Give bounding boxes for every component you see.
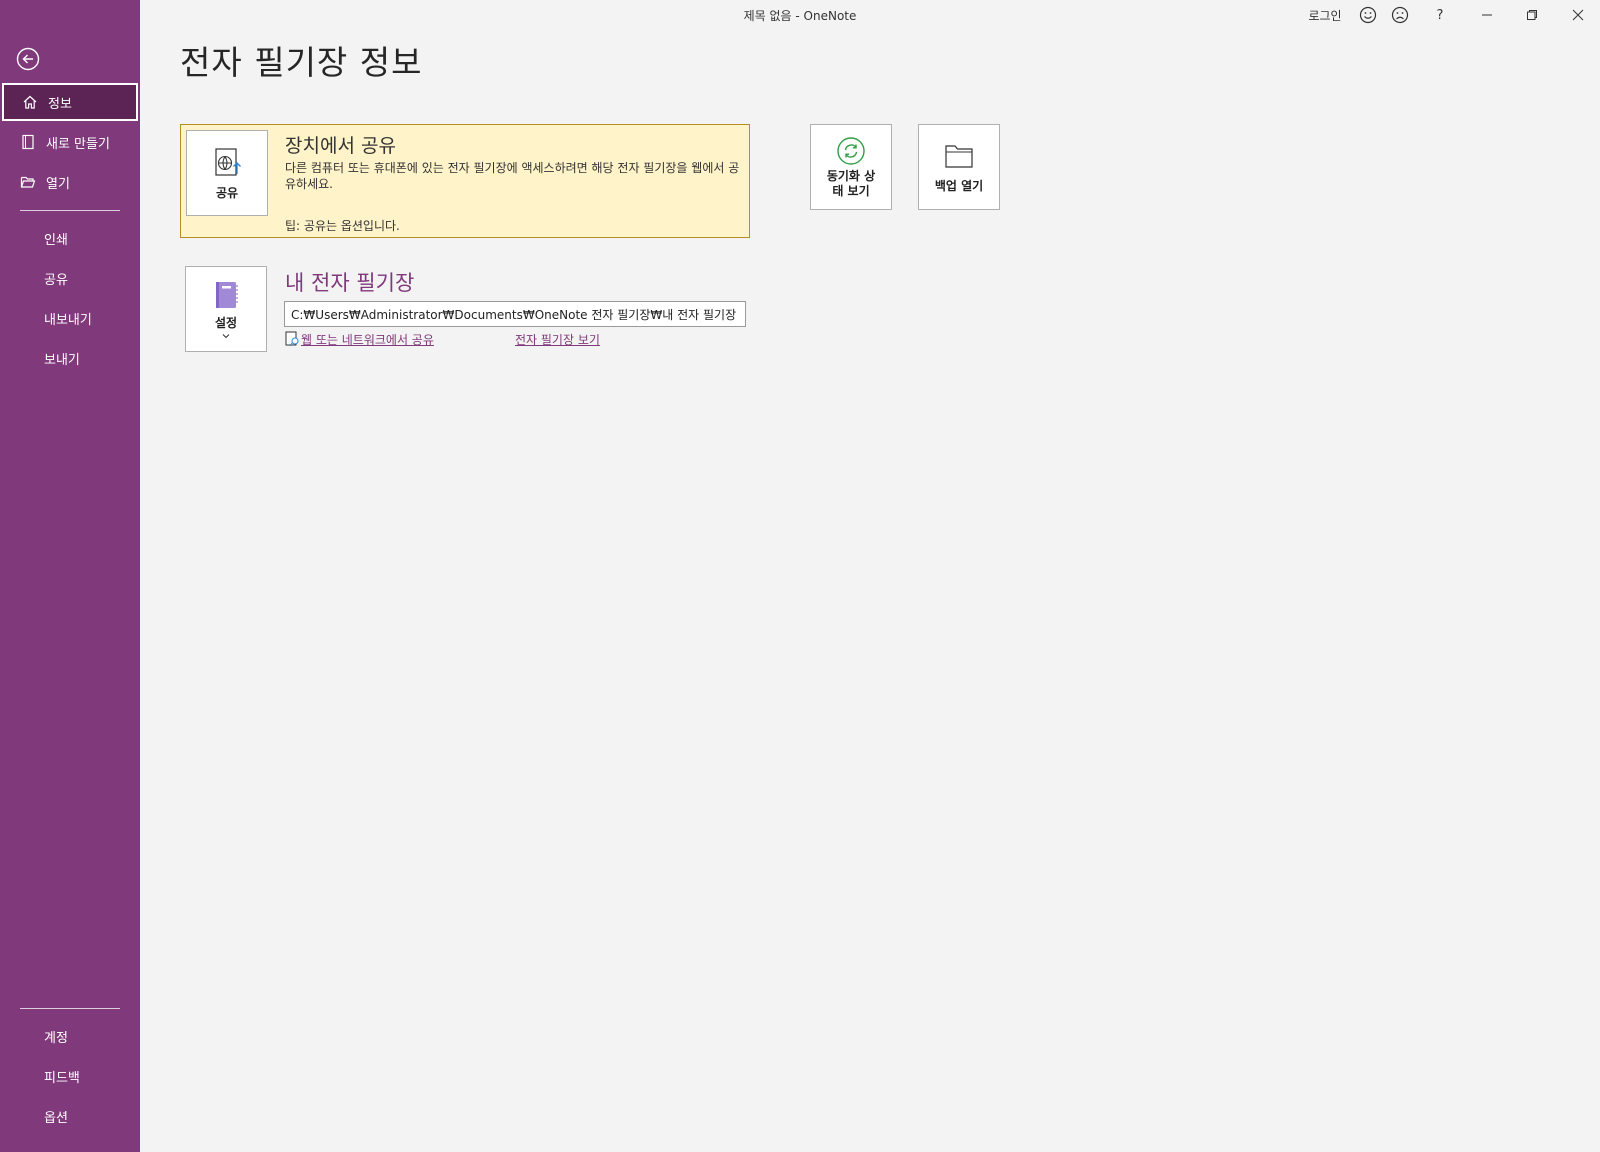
back-arrow-icon: [16, 47, 40, 71]
nav-item-label: 인쇄: [44, 232, 68, 248]
close-icon: [1572, 9, 1584, 21]
view-notebook-link[interactable]: 전자 필기장 보기: [515, 331, 600, 348]
share-web-network-link[interactable]: 웹 또는 네트워크에서 공유: [301, 331, 434, 348]
open-backups-button[interactable]: 백업 열기: [918, 124, 1000, 210]
smiley-icon: [1359, 6, 1377, 24]
share-button-label: 공유: [215, 185, 239, 200]
nav-item-new[interactable]: 새로 만들기: [2, 123, 138, 161]
sidebar-divider: [20, 210, 120, 211]
nav-item-options[interactable]: 옵션: [2, 1097, 138, 1135]
notebook-name: 내 전자 필기장: [285, 271, 415, 295]
nav-item-label: 공유: [44, 272, 68, 288]
share-button[interactable]: 공유: [186, 130, 268, 216]
restore-icon: [1527, 10, 1537, 20]
nav-item-export[interactable]: 내보내기: [2, 299, 138, 337]
backup-button-label: 백업 열기: [934, 178, 984, 193]
nav-item-account[interactable]: 계정: [2, 1017, 138, 1055]
help-button[interactable]: ?: [1428, 4, 1452, 26]
nav-item-label: 피드백: [44, 1070, 80, 1086]
notebook-icon: [216, 282, 238, 308]
nav-item-info[interactable]: 정보: [2, 83, 138, 121]
frown-icon: [1391, 6, 1409, 24]
folder-icon: [945, 144, 973, 168]
sync-button-label-line1: 동기화 상: [826, 168, 876, 183]
share-network-icon: [285, 331, 299, 347]
share-tip: 팁: 공유는 옵션입니다.: [285, 219, 400, 233]
nav-item-label: 정보: [48, 96, 72, 112]
nav-item-label: 내보내기: [44, 312, 92, 328]
minimize-icon: [1482, 14, 1492, 16]
nav-item-feedback[interactable]: 피드백: [2, 1057, 138, 1095]
nav-item-print[interactable]: 인쇄: [2, 219, 138, 257]
nav-item-label: 새로 만들기: [46, 136, 110, 152]
nav-item-open[interactable]: 열기: [2, 163, 138, 201]
settings-button-label: 설정: [214, 316, 238, 330]
nav-item-label: 열기: [46, 176, 70, 192]
frown-feedback-button[interactable]: [1388, 4, 1412, 26]
close-button[interactable]: [1563, 4, 1593, 26]
restore-button[interactable]: [1517, 4, 1547, 26]
sidebar-divider: [20, 1008, 120, 1009]
minimize-button[interactable]: [1472, 4, 1502, 26]
page-title: 전자 필기장 정보: [180, 43, 423, 82]
notebook-path-field[interactable]: C:₩Users₩Administrator₩Documents₩OneNote…: [284, 301, 746, 327]
open-folder-icon: [18, 172, 38, 192]
nav-item-share[interactable]: 공유: [2, 259, 138, 297]
back-button[interactable]: [16, 47, 40, 71]
nav-item-label: 계정: [44, 1030, 68, 1046]
nav-item-send[interactable]: 보내기: [2, 339, 138, 377]
signin-button[interactable]: 로그인: [1300, 4, 1350, 26]
home-icon: [20, 92, 40, 112]
share-globe-icon: [215, 147, 241, 176]
share-description: 다른 컴퓨터 또는 휴대폰에 있는 전자 필기장에 액세스하려면 해당 전자 필…: [285, 161, 740, 191]
nav-item-label: 옵션: [44, 1110, 68, 1126]
view-sync-status-button[interactable]: 동기화 상 태 보기: [810, 124, 892, 210]
smile-feedback-button[interactable]: [1356, 4, 1380, 26]
share-card: 공유 장치에서 공유 다른 컴퓨터 또는 휴대폰에 있는 전자 필기장에 액세스…: [180, 124, 750, 238]
sync-button-label-line2: 태 보기: [832, 183, 870, 198]
share-heading: 장치에서 공유: [285, 135, 396, 157]
chevron-down-icon: [222, 334, 230, 339]
notebook-settings-button[interactable]: 설정: [185, 266, 267, 352]
nav-item-label: 보내기: [44, 352, 80, 368]
backstage-sidebar: 정보 새로 만들기 열기 인쇄 공유 내보내기 보내기 계정 피드백 옵션: [0, 0, 140, 1152]
sync-icon: [837, 136, 865, 165]
new-notebook-icon: [18, 132, 38, 152]
